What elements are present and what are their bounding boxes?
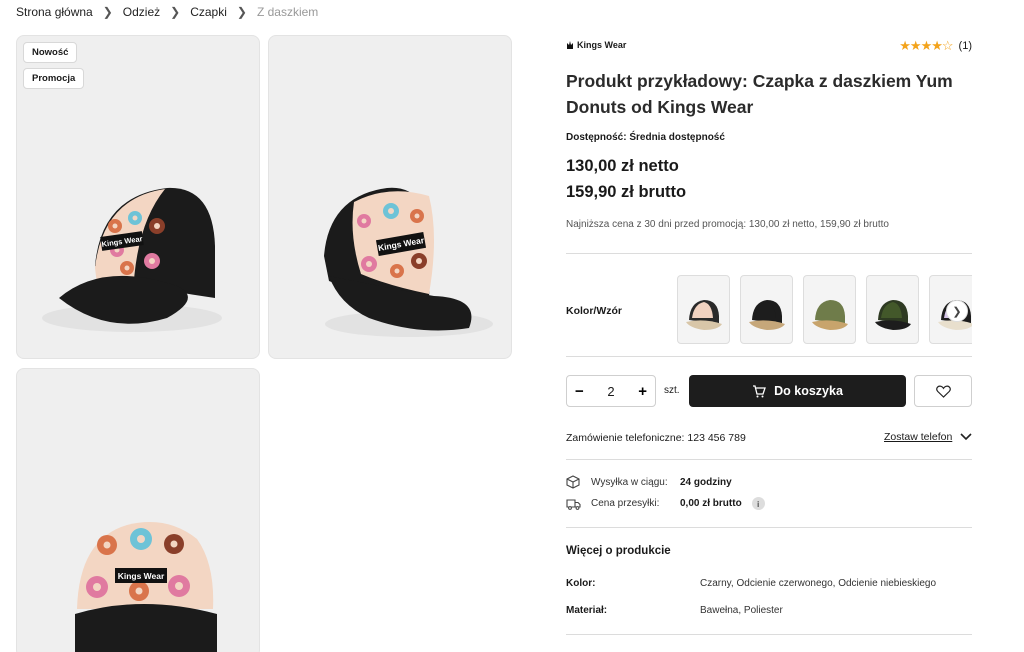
cap-front-image: Kings Wear [324,187,493,337]
qty-increase-button[interactable]: + [638,383,647,400]
leave-phone-toggle[interactable]: Zostaw telefon [884,431,972,443]
rating[interactable]: ★★★★☆ (1) [899,38,972,54]
package-icon [566,475,582,489]
availability-label: Dostępność: [566,132,627,143]
divider [566,253,972,254]
divider [566,634,972,635]
breadcrumb-clothing[interactable]: Odzież [123,5,160,19]
shipping-time-label: Wysyłka w ciągu: [591,476,668,488]
cart-icon [753,384,767,397]
wishlist-button[interactable] [914,375,972,407]
price-net: 130,00 zł netto [566,157,679,175]
lowest-price-note: Najniższa cena z 30 dni przed promocją: … [566,219,889,230]
star-rating-icon: ★★★★☆ [899,38,953,53]
badge-promo: Promocja [23,68,85,89]
divider [566,356,972,357]
product-image-1[interactable]: Nowość Promocja Kings Wear [16,35,260,359]
cap-thumbnail-image [812,300,848,330]
variant-swatch[interactable] [866,275,919,344]
cap-thumbnail-image [686,300,722,330]
shipping-time-row: Wysyłka w ciągu: 24 godziny [566,475,732,489]
availability: Dostępność: Średnia dostępność [566,132,725,143]
add-to-cart-button[interactable]: Do koszyka [689,375,906,407]
chevron-right-icon: ❯ [170,5,181,19]
shipping-cost-value: 0,00 zł brutto [680,498,742,509]
heart-icon [935,385,951,398]
badge-new: Nowość [23,42,78,63]
variant-swatch[interactable] [803,275,856,344]
qty-value[interactable]: 2 [607,384,614,399]
cap-frontal-image: Kings Wear [75,522,217,652]
cap-thumbnail-image [875,300,911,330]
attr-material-key: Materiał: [566,605,608,616]
shipping-time-value: 24 godziny [680,476,732,488]
divider [566,459,972,460]
chevron-down-icon [960,433,972,441]
crown-icon [567,41,573,49]
attr-color-value: Czarny, Odcienie czerwonego, Odcienie ni… [700,578,937,589]
qty-unit: szt. [664,385,680,396]
variant-swatches [677,275,972,345]
cap-thumbnail-image [749,300,785,330]
truck-icon [566,498,582,510]
brand-name: Kings Wear [577,40,627,50]
phone-order: Zamówienie telefoniczne: 123 456 789 [566,432,746,444]
quantity-stepper: − 2 + [566,375,656,407]
attr-color-key: Kolor: [566,578,596,589]
svg-text:Kings Wear: Kings Wear [118,571,165,581]
brand-logo[interactable]: Kings Wear [566,40,626,50]
divider [566,527,972,528]
details-title: Więcej o produkcie [566,545,671,557]
chevron-right-icon: ❯ [102,5,113,19]
attr-material-value: Bawełna, Poliester [700,605,783,616]
qty-decrease-button[interactable]: − [575,383,584,400]
product-image-3[interactable]: Kings Wear [16,368,260,652]
chevron-right-icon[interactable]: ❯ [946,300,968,322]
chevron-right-icon: ❯ [236,5,247,19]
rating-count: (1) [958,40,972,52]
product-image-2[interactable]: Kings Wear [268,35,512,359]
price-gross: 159,90 zł brutto [566,183,687,201]
breadcrumb-current: Z daszkiem [256,5,319,19]
leave-phone-label: Zostaw telefon [884,431,953,443]
breadcrumb-home[interactable]: Strona główna [16,5,93,19]
breadcrumb-caps[interactable]: Czapki [190,5,227,19]
variant-label: Kolor/Wzór [566,305,622,317]
product-title: Produkt przykładowy: Czapka z daszkiem Y… [566,71,953,117]
breadcrumb: Strona główna ❯ Odzież ❯ Czapki ❯ Z dasz… [16,5,318,19]
availability-value: Średnia dostępność [629,132,725,143]
variant-swatch[interactable] [677,275,730,344]
variant-swatch[interactable] [740,275,793,344]
shipping-cost-row: Cena przesyłki: 0,00 zł brutto i [566,497,765,510]
add-to-cart-label: Do koszyka [774,384,843,398]
shipping-cost-label: Cena przesyłki: [591,498,660,509]
info-icon[interactable]: i [751,497,765,510]
